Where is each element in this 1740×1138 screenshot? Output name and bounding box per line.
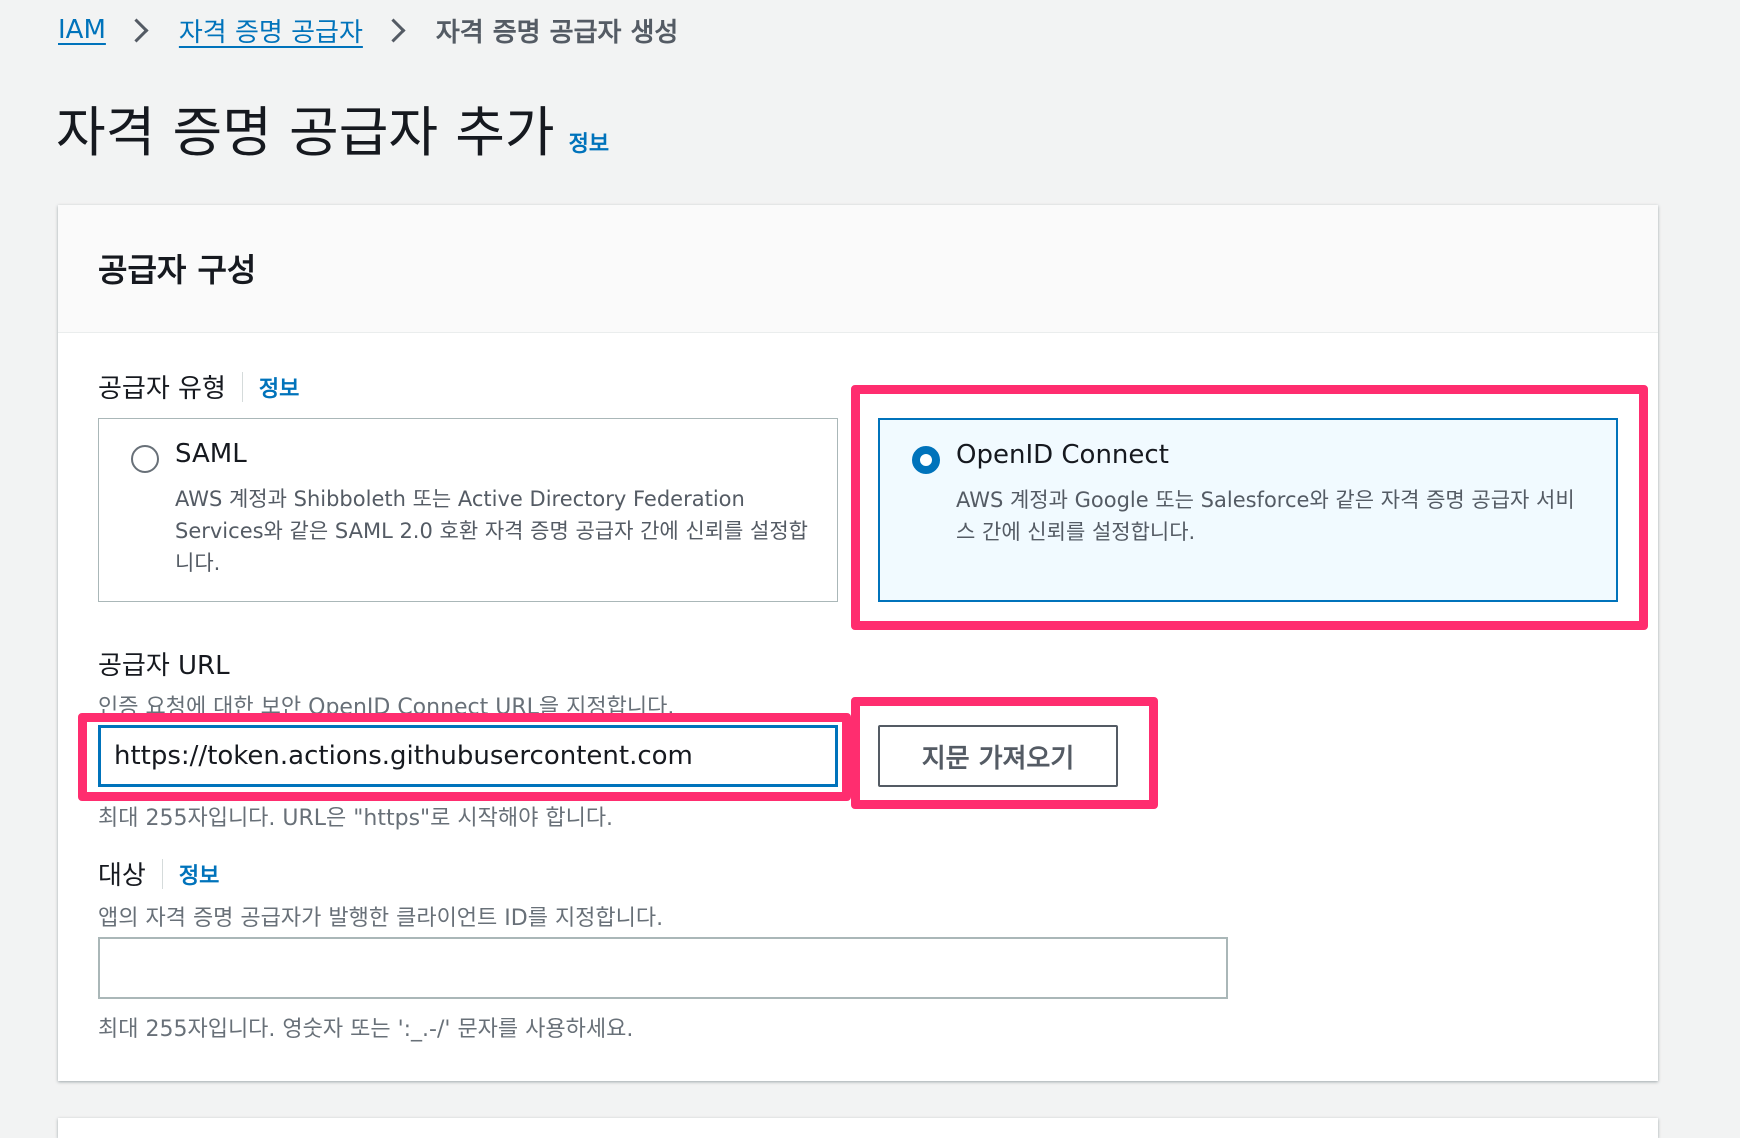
divider: [161, 858, 163, 889]
breadcrumb: IAM 자격 증명 공급자 자격 증명 공급자 생성: [58, 10, 678, 50]
provider-type-info-link[interactable]: 정보: [259, 371, 299, 403]
page-info-link[interactable]: 정보: [569, 126, 609, 158]
breadcrumb-link-identity-providers[interactable]: 자격 증명 공급자: [179, 12, 363, 49]
provider-url-label: 공급자 URL: [98, 651, 230, 681]
page-title: 자격 증명 공급자 추가: [56, 101, 555, 164]
panel-header: 공급자 구성: [58, 205, 1658, 333]
next-panel-edge: [58, 1118, 1658, 1138]
provider-url-label-row: 공급자 URL: [98, 645, 230, 682]
saml-radio[interactable]: [131, 445, 159, 473]
audience-input[interactable]: [98, 937, 1228, 999]
audience-constraint: 최대 255자입니다. 영숫자 또는 ':_.-/' 문자를 사용하세요.: [98, 1017, 634, 1042]
provider-url-constraint: 최대 255자입니다. URL은 "https"로 시작해야 합니다.: [98, 806, 614, 831]
breadcrumb-link-iam[interactable]: IAM: [58, 15, 106, 45]
openid-connect-option-description: AWS 계정과 Google 또는 Salesforce와 같은 자격 증명 공…: [956, 488, 1575, 544]
audience-label: 대상: [98, 861, 146, 891]
provider-config-panel: 공급자 구성 공급자 유형 정보 SAML AWS 계정과 Shibboleth…: [58, 205, 1658, 1081]
provider-url-description: 인증 요청에 대한 보안 OpenID Connect URL을 지정합니다.: [98, 695, 675, 720]
get-thumbprint-button[interactable]: 지문 가져오기: [878, 725, 1118, 787]
openid-connect-option-tile[interactable]: OpenID Connect AWS 계정과 Google 또는 Salesfo…: [878, 418, 1618, 602]
audience-description: 앱의 자격 증명 공급자가 발행한 클라이언트 ID를 지정합니다.: [98, 906, 664, 931]
provider-url-input[interactable]: [98, 725, 838, 787]
chevron-right-icon: [124, 17, 149, 43]
saml-option-title: SAML: [175, 439, 247, 469]
divider: [241, 371, 243, 402]
openid-connect-radio[interactable]: [912, 446, 940, 474]
openid-connect-option-title: OpenID Connect: [956, 440, 1169, 470]
provider-type-label-row: 공급자 유형 정보: [98, 368, 299, 405]
panel-title: 공급자 구성: [98, 251, 257, 289]
audience-label-row: 대상 정보: [98, 855, 219, 892]
saml-option-description: AWS 계정과 Shibboleth 또는 Active Directory F…: [175, 487, 809, 575]
provider-type-label: 공급자 유형: [98, 374, 226, 404]
audience-info-link[interactable]: 정보: [179, 858, 219, 890]
saml-option-tile[interactable]: SAML AWS 계정과 Shibboleth 또는 Active Direct…: [98, 418, 838, 602]
page-header: 자격 증명 공급자 추가 정보: [56, 88, 609, 167]
chevron-right-icon: [381, 17, 406, 43]
breadcrumb-current: 자격 증명 공급자 생성: [435, 17, 679, 48]
